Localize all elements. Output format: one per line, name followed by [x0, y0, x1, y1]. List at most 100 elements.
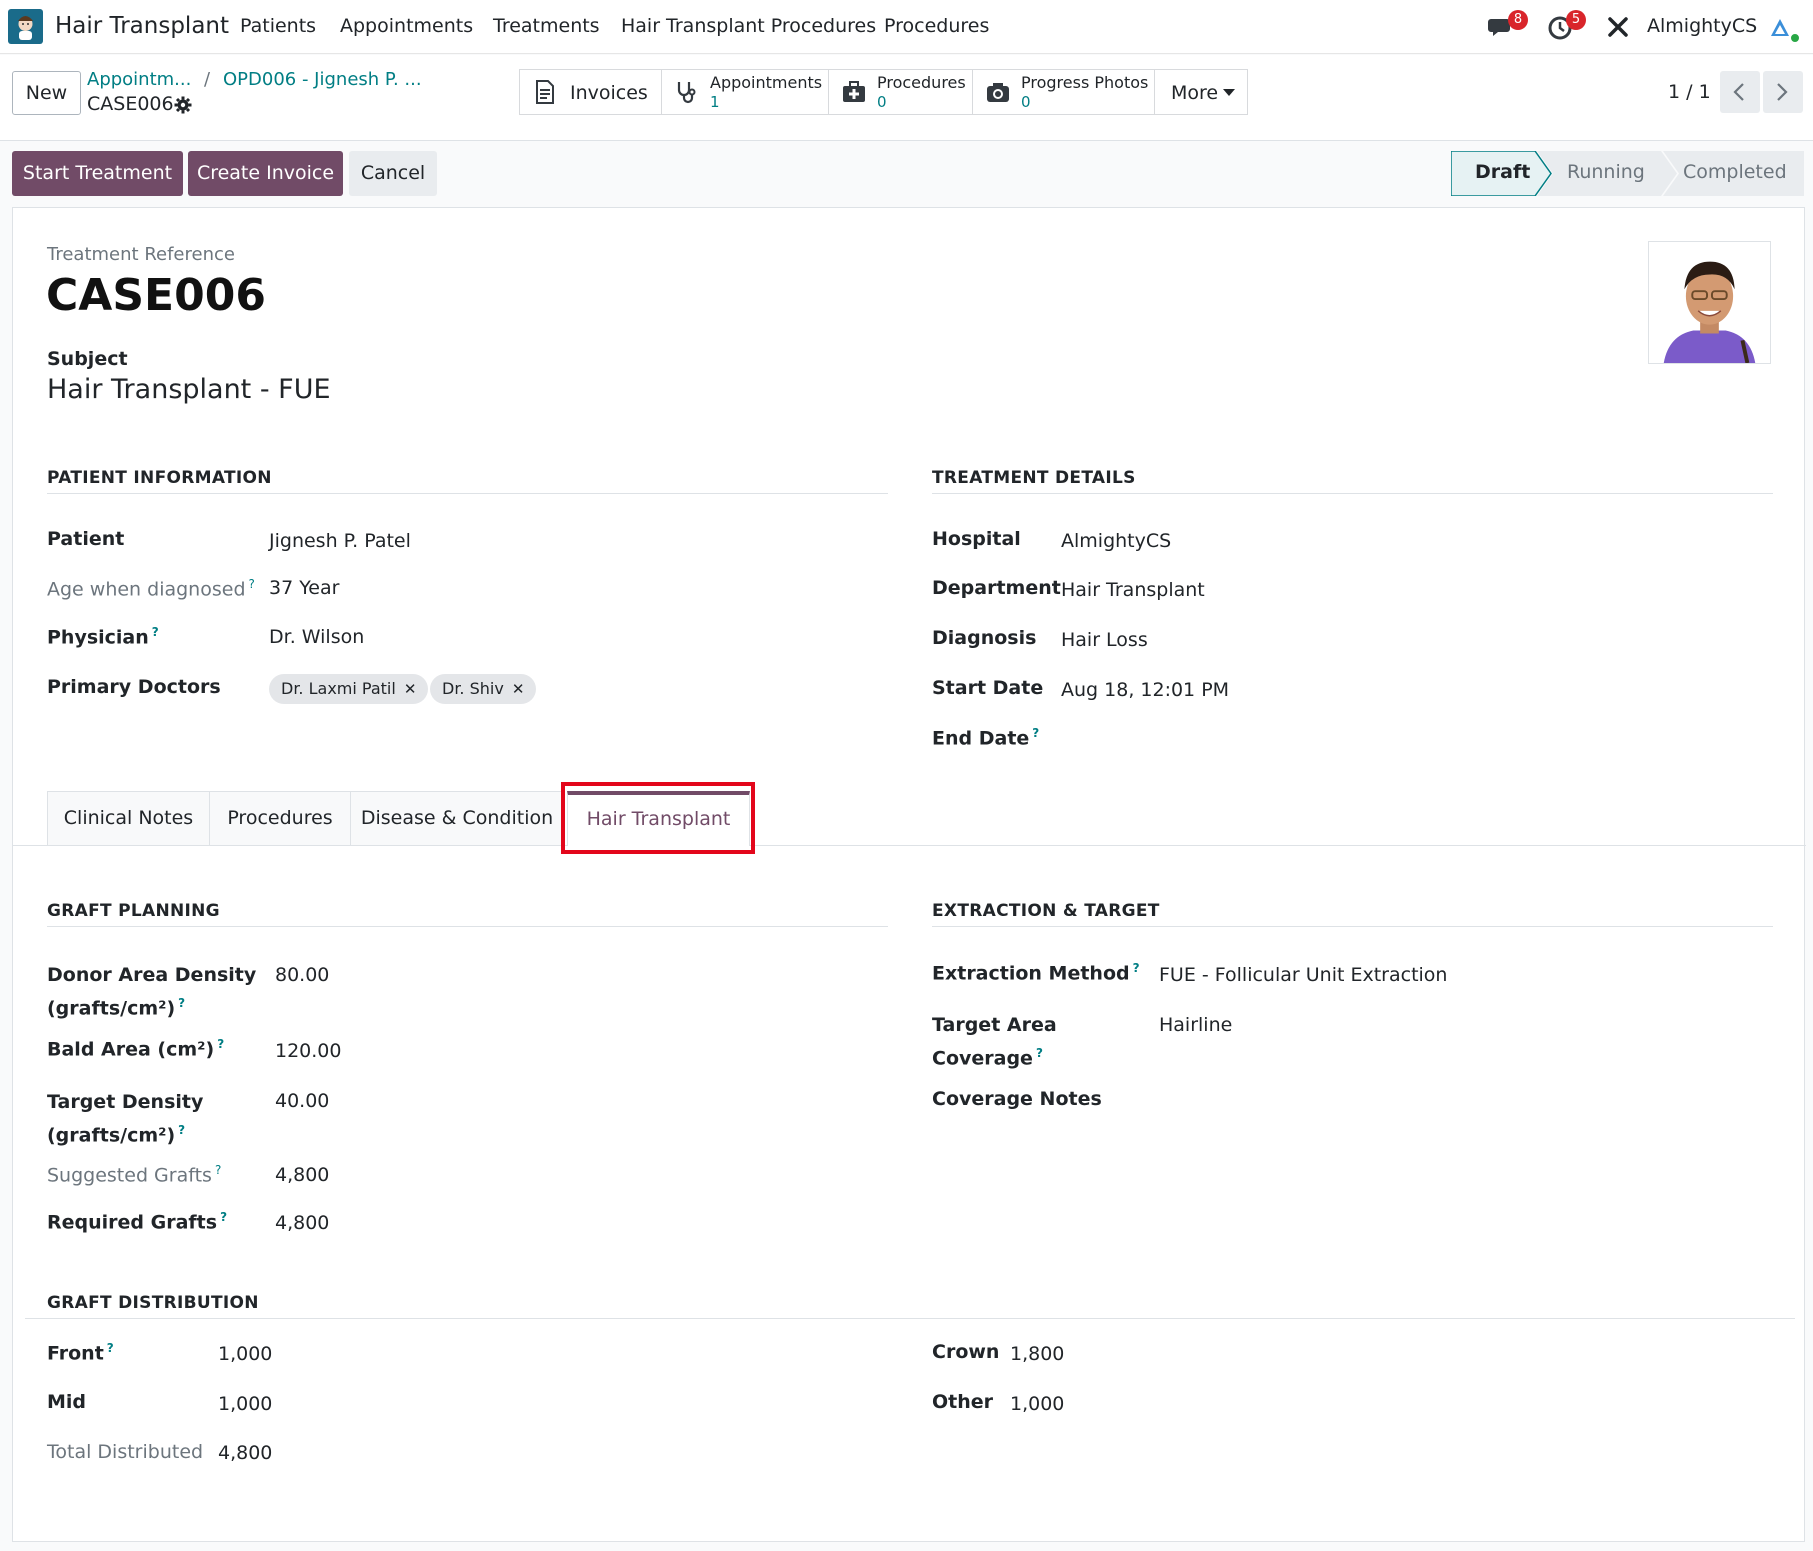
subject-field[interactable]: Hair Transplant - FUE	[47, 374, 331, 405]
doctor-tag[interactable]: Dr. Shiv ✕	[430, 674, 537, 704]
help-icon: ?	[106, 1341, 114, 1355]
tools-icon[interactable]	[1605, 14, 1631, 40]
gear-icon[interactable]	[174, 96, 192, 114]
stage-draft[interactable]: Draft	[1475, 161, 1530, 183]
menu-appointments[interactable]: Appointments	[340, 15, 473, 37]
chevron-right-icon	[1777, 83, 1788, 101]
tabs-divider	[13, 845, 1806, 846]
more-label: More	[1171, 82, 1219, 104]
patient-photo[interactable]	[1648, 241, 1771, 364]
help-icon: ?	[220, 1210, 228, 1224]
more-dropdown[interactable]: More	[1154, 69, 1248, 115]
activities-badge: 5	[1566, 10, 1586, 30]
physician-field[interactable]: Dr. Wilson	[269, 626, 364, 648]
menu-hair-transplant-procedures[interactable]: Hair Transplant Procedures	[621, 15, 876, 37]
help-icon: ?	[178, 1123, 186, 1137]
section-divider	[25, 1318, 1795, 1319]
procedures-smart-button[interactable]: Procedures 0	[828, 69, 973, 115]
department-field[interactable]: Hair Transplant	[1061, 579, 1205, 601]
crown-field[interactable]: 1,800	[1010, 1343, 1064, 1365]
donor-density-field[interactable]: 80.00	[275, 964, 329, 986]
company-switcher[interactable]: AlmightyCS	[1647, 15, 1757, 37]
progress-photos-label: Progress Photos	[1021, 73, 1149, 92]
coverage-notes-label: Coverage Notes	[932, 1088, 1102, 1110]
new-button[interactable]: New	[12, 71, 81, 115]
tab-procedures[interactable]: Procedures	[209, 791, 351, 845]
menu-procedures[interactable]: Procedures	[884, 15, 989, 37]
remove-tag-icon[interactable]: ✕	[512, 680, 525, 698]
breadcrumb-opd[interactable]: OPD006 - Jignesh P. ...	[223, 69, 422, 90]
diagnosis-field[interactable]: Hair Loss	[1061, 629, 1148, 651]
progress-photos-smart-button[interactable]: Progress Photos 0	[972, 69, 1155, 115]
start-date-field[interactable]: Aug 18, 12:01 PM	[1061, 679, 1229, 701]
treatment-reference: CASE006	[46, 270, 266, 321]
subject-label: Subject	[47, 348, 128, 370]
mid-field[interactable]: 1,000	[218, 1393, 272, 1415]
online-status-dot	[1789, 32, 1801, 44]
menu-patients[interactable]: Patients	[240, 15, 316, 37]
stage-running[interactable]: Running	[1567, 161, 1645, 183]
pager-value[interactable]: 1 / 1	[1668, 81, 1711, 103]
invoices-smart-button[interactable]: Invoices	[519, 69, 662, 115]
remove-tag-icon[interactable]: ✕	[404, 680, 417, 698]
section-divider	[47, 926, 888, 927]
top-navbar: Hair Transplant Patients Appointments Tr…	[0, 0, 1813, 54]
stethoscope-icon	[677, 82, 696, 104]
target-area-coverage-field[interactable]: Hairline	[1159, 1014, 1232, 1036]
required-grafts-field[interactable]: 4,800	[275, 1212, 329, 1234]
extraction-target-title: EXTRACTION & TARGET	[932, 901, 1160, 921]
end-date-label: End Date?	[932, 726, 1040, 750]
department-label: Department	[932, 577, 1061, 599]
cancel-button[interactable]: Cancel	[349, 151, 437, 196]
help-icon: ?	[217, 1037, 225, 1051]
suggested-grafts-label: Suggested Grafts?	[47, 1163, 222, 1187]
app-logo-icon[interactable]	[8, 9, 43, 44]
appointments-count: 1	[710, 93, 720, 111]
treatment-details-title: TREATMENT DETAILS	[932, 468, 1136, 488]
treatment-reference-label: Treatment Reference	[47, 244, 235, 265]
pager-next-button[interactable]	[1763, 71, 1803, 113]
form-sheet: Treatment Reference CASE006 Subject Hair…	[12, 207, 1806, 1542]
age-field: 37 Year	[269, 577, 340, 599]
doctor-tag[interactable]: Dr. Laxmi Patil ✕	[269, 674, 429, 704]
help-icon: ?	[214, 1163, 222, 1177]
hospital-field[interactable]: AlmightyCS	[1061, 530, 1171, 552]
tab-clinical-notes[interactable]: Clinical Notes	[47, 791, 210, 845]
invoice-icon	[536, 80, 554, 104]
diagnosis-label: Diagnosis	[932, 627, 1037, 649]
section-divider	[932, 493, 1773, 494]
pager-previous-button[interactable]	[1720, 71, 1760, 113]
help-icon: ?	[1035, 1046, 1043, 1060]
age-label: Age when diagnosed?	[47, 577, 255, 601]
stage-completed[interactable]: Completed	[1683, 161, 1787, 183]
suggested-grafts-field: 4,800	[275, 1164, 330, 1186]
target-area-coverage-label: Target Area Coverage?	[932, 1014, 1057, 1070]
breadcrumb-current: CASE006	[87, 93, 174, 115]
help-icon: ?	[151, 625, 159, 639]
create-invoice-button[interactable]: Create Invoice	[188, 151, 343, 196]
appointments-label: Appointments	[710, 73, 823, 92]
extraction-method-label: Extraction Method?	[932, 961, 1140, 985]
highlight-box	[561, 782, 755, 854]
bald-area-field[interactable]: 120.00	[275, 1040, 341, 1062]
procedures-count: 0	[877, 93, 887, 111]
help-icon: ?	[248, 577, 255, 591]
menu-treatments[interactable]: Treatments	[493, 15, 600, 37]
chevron-left-icon	[1733, 83, 1744, 101]
appointments-smart-button[interactable]: Appointments 1	[661, 69, 829, 115]
help-icon: ?	[1032, 726, 1040, 740]
patient-information-title: PATIENT INFORMATION	[47, 468, 272, 488]
extraction-method-field[interactable]: FUE - Follicular Unit Extraction	[1159, 964, 1447, 986]
crown-label: Crown	[932, 1341, 1000, 1363]
section-divider	[932, 926, 1773, 927]
start-treatment-button[interactable]: Start Treatment	[12, 151, 183, 196]
target-density-field[interactable]: 40.00	[275, 1090, 329, 1112]
patient-field[interactable]: Jignesh P. Patel	[269, 530, 411, 552]
front-field[interactable]: 1,000	[218, 1343, 272, 1365]
app-name[interactable]: Hair Transplant	[55, 13, 229, 39]
tab-disease-condition[interactable]: Disease & Condition	[350, 791, 564, 845]
help-icon: ?	[1132, 961, 1140, 975]
other-field[interactable]: 1,000	[1010, 1393, 1064, 1415]
breadcrumb-appointments[interactable]: Appointm...	[87, 69, 191, 90]
breadcrumb-separator: /	[204, 69, 211, 90]
